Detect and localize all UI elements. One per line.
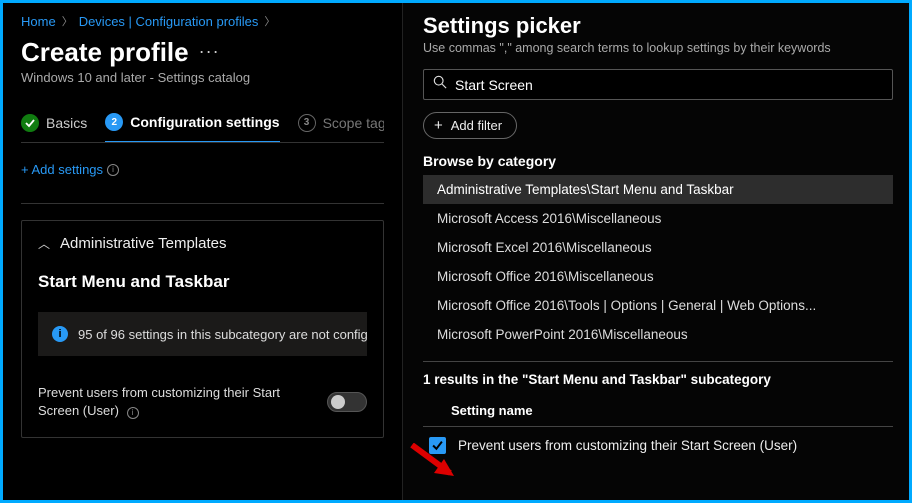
step-scope-tags[interactable]: 3 Scope tags <box>298 114 384 142</box>
add-filter-label: Add filter <box>451 118 502 133</box>
chevron-up-icon: ︿ <box>38 235 50 252</box>
step-label: Configuration settings <box>130 114 279 130</box>
divider <box>423 361 893 362</box>
browse-heading: Browse by category <box>423 153 893 169</box>
category-toggle[interactable]: ︿ Administrative Templates <box>38 235 367 252</box>
step-label: Scope tags <box>323 115 384 131</box>
divider <box>21 203 384 204</box>
step-number-icon: 2 <box>105 113 123 131</box>
category-list: Administrative Templates\Start Menu and … <box>423 175 893 349</box>
setting-toggle[interactable] <box>327 392 367 412</box>
category-item[interactable]: Microsoft PowerPoint 2016\Miscellaneous <box>423 320 893 349</box>
picker-subtitle: Use commas "," among search terms to loo… <box>423 41 893 55</box>
column-header[interactable]: Setting name <box>423 397 893 427</box>
step-basics[interactable]: Basics <box>21 114 87 142</box>
info-banner-text: 95 of 96 settings in this subcategory ar… <box>78 327 367 342</box>
result-label: Prevent users from customizing their Sta… <box>458 438 797 453</box>
page-title: Create profile <box>21 37 189 68</box>
subcategory-title: Start Menu and Taskbar <box>38 272 367 292</box>
category-item[interactable]: Microsoft Office 2016\Miscellaneous <box>423 262 893 291</box>
more-actions-button[interactable]: ··· <box>199 41 220 66</box>
step-label: Basics <box>46 115 87 131</box>
results-heading: 1 results in the "Start Menu and Taskbar… <box>423 372 893 387</box>
breadcrumb-devices[interactable]: Devices | Configuration profiles <box>79 14 259 29</box>
add-settings-label: + Add settings <box>21 162 103 177</box>
setting-label: Prevent users from customizing their Sta… <box>38 385 280 418</box>
search-icon <box>433 75 447 94</box>
step-number-icon: 3 <box>298 114 316 132</box>
step-configuration-settings[interactable]: 2 Configuration settings <box>105 113 279 143</box>
add-settings-button[interactable]: + Add settings i <box>21 162 119 177</box>
category-item[interactable]: Microsoft Access 2016\Miscellaneous <box>423 204 893 233</box>
plus-icon: + <box>434 118 443 133</box>
category-item[interactable]: Administrative Templates\Start Menu and … <box>423 175 893 204</box>
info-icon: i <box>127 407 139 419</box>
chevron-right-icon: 〉 <box>62 13 73 29</box>
check-icon <box>21 114 39 132</box>
wizard-stepper: Basics 2 Configuration settings 3 Scope … <box>21 113 384 143</box>
search-input[interactable] <box>455 77 883 93</box>
page-subtitle: Windows 10 and later - Settings catalog <box>21 70 384 85</box>
category-item[interactable]: Microsoft Office 2016\Tools | Options | … <box>423 291 893 320</box>
picker-title: Settings picker <box>423 13 893 39</box>
category-item[interactable]: Microsoft Excel 2016\Miscellaneous <box>423 233 893 262</box>
breadcrumb: Home 〉 Devices | Configuration profiles … <box>21 13 384 29</box>
checkbox-checked[interactable] <box>429 437 446 454</box>
setting-row: Prevent users from customizing their Sta… <box>38 384 367 419</box>
info-icon: i <box>107 164 119 176</box>
category-card: ︿ Administrative Templates Start Menu an… <box>21 220 384 438</box>
info-icon: i <box>52 326 68 342</box>
breadcrumb-home[interactable]: Home <box>21 14 56 29</box>
result-row[interactable]: Prevent users from customizing their Sta… <box>423 427 893 460</box>
category-title: Administrative Templates <box>60 235 226 252</box>
chevron-right-icon: 〉 <box>264 13 275 29</box>
info-banner: i 95 of 96 settings in this subcategory … <box>38 312 367 356</box>
add-filter-button[interactable]: + Add filter <box>423 112 517 139</box>
search-box[interactable] <box>423 69 893 100</box>
